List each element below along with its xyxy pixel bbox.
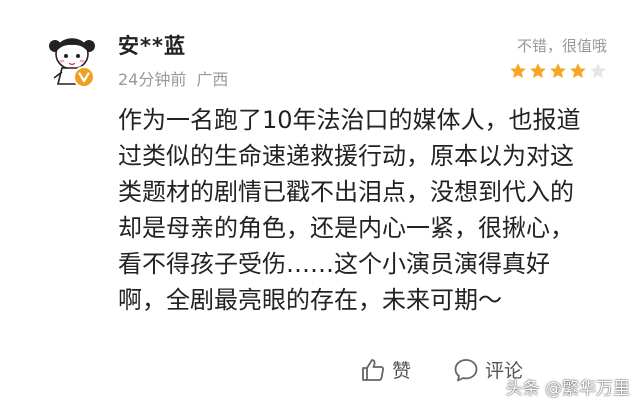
- rating-text: 不错，很值哦: [516, 37, 607, 55]
- comment-meta: 24分钟前 广西: [118, 66, 228, 90]
- comment-location: 广西: [196, 70, 229, 89]
- star-empty-icon: [589, 62, 607, 80]
- review-line: 过类似的生命速递救援行动，原本以为对这: [118, 142, 574, 170]
- star-filled-icon: [529, 62, 547, 80]
- username[interactable]: 安**蓝: [118, 30, 186, 60]
- watermark: 头条 @繁华万里: [505, 379, 630, 399]
- review-line: 却是母亲的角色，还是内心一紧，很揪心，: [118, 214, 574, 242]
- star-filled-icon: [549, 62, 567, 80]
- like-label: 赞: [392, 360, 412, 382]
- star-filled-icon: [569, 62, 587, 80]
- comment-actions: 赞 评论: [360, 356, 523, 383]
- speech-bubble-icon: [454, 358, 478, 381]
- review-text: 作为一名跑了10年法治口的媒体人，也报道 过类似的生命速递救援行动，原本以为对这类…: [118, 102, 618, 318]
- comment-time: 24分钟前: [118, 70, 187, 89]
- star-rating: [509, 62, 607, 80]
- review-line: 看不得孩子受伤……这个小演员演得真好: [118, 250, 550, 278]
- like-button[interactable]: 赞: [360, 356, 411, 383]
- thumbs-up-icon: [362, 358, 384, 381]
- review-line: 啊，全剧最亮眼的存在，未来可期～: [118, 286, 502, 314]
- review-line: 作为一名跑了10年法治口的媒体人，也报道: [118, 106, 581, 134]
- star-filled-icon: [509, 62, 527, 80]
- verified-v-icon: [78, 72, 90, 83]
- verified-badge: [73, 66, 95, 88]
- review-line: 类题材的剧情已戳不出泪点，没想到代入的: [118, 178, 574, 206]
